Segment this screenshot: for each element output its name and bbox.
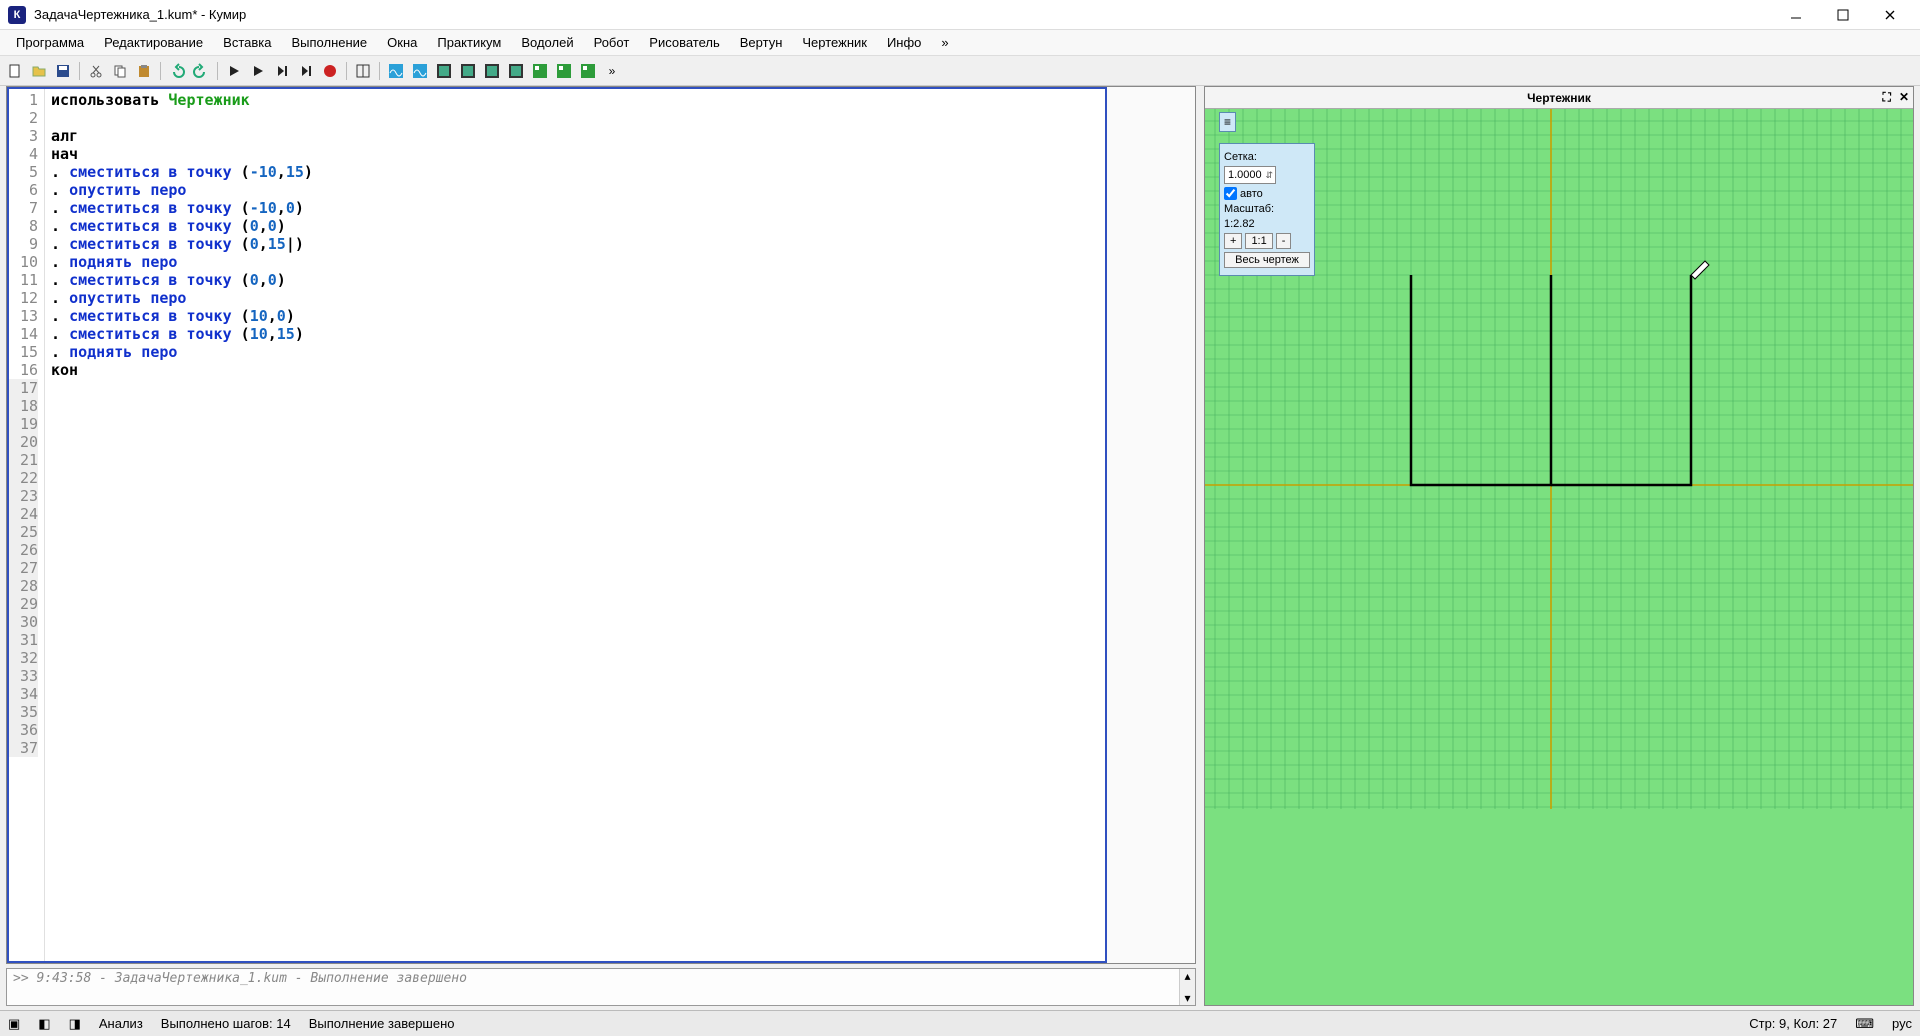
main-area: 1234567891011121314151617181920212223242… (0, 86, 1920, 1010)
tool-run[interactable] (223, 60, 245, 82)
menu-item-11[interactable]: Инфо (877, 31, 931, 54)
tool-panel-a[interactable] (433, 60, 455, 82)
tool-step-over[interactable] (295, 60, 317, 82)
menu-item-3[interactable]: Выполнение (281, 31, 377, 54)
draw-close-button[interactable]: ✕ (1899, 90, 1909, 105)
draw-maximize-button[interactable]: ⛶ (1883, 90, 1891, 105)
toolbar: » (0, 56, 1920, 86)
draw-title: Чертежник (1527, 91, 1591, 105)
menu-item-10[interactable]: Чертежник (792, 31, 877, 54)
statusbar: ▣ ◧ ◨ Анализ Выполнено шагов: 14 Выполне… (0, 1010, 1920, 1036)
menu-item-5[interactable]: Практикум (427, 31, 511, 54)
editor-container: 1234567891011121314151617181920212223242… (6, 86, 1196, 964)
scroll-up-icon[interactable]: ▴ (1184, 969, 1190, 983)
status-steps: Выполнено шагов: 14 (161, 1016, 291, 1031)
grid-label: Сетка: (1224, 151, 1257, 163)
draw-menu-button[interactable]: ≡ (1219, 112, 1236, 132)
window-titlebar: К ЗадачаЧертежника_1.kum* - Кумир (0, 0, 1920, 30)
grid-spinner[interactable]: 1.0000 (1224, 166, 1276, 184)
tool-paste[interactable] (133, 60, 155, 82)
tool-wave2[interactable] (409, 60, 431, 82)
draw-canvas-wrap[interactable]: ≡ Сетка: 1.0000 авто Масштаб: 1:2.82 + 1… (1205, 109, 1913, 1005)
tool-run-blind[interactable] (247, 60, 269, 82)
tool-redo[interactable] (190, 60, 212, 82)
status-cursor: Стр: 9, Кол: 27 (1749, 1016, 1837, 1031)
menu-more[interactable]: » (931, 31, 958, 54)
tool-undo[interactable] (166, 60, 188, 82)
status-icon-3[interactable]: ◨ (69, 1016, 81, 1032)
menu-item-9[interactable]: Вертун (730, 31, 793, 54)
console-output: >> 9:43:58 - ЗадачаЧертежника_1.kum - Вы… (7, 969, 1179, 1005)
auto-checkbox[interactable] (1224, 187, 1237, 200)
scale-label: Масштаб: (1224, 203, 1274, 215)
tool-panel-c[interactable] (481, 60, 503, 82)
tool-copy[interactable] (109, 60, 131, 82)
draw-control-panel: Сетка: 1.0000 авто Масштаб: 1:2.82 + 1:1… (1219, 143, 1315, 276)
toolbar-more[interactable]: » (601, 60, 623, 82)
tool-panel-d[interactable] (505, 60, 527, 82)
window-title: ЗадачаЧертежника_1.kum* - Кумир (34, 7, 1773, 22)
editor-sidebar (1107, 87, 1195, 963)
editor-main[interactable]: 1234567891011121314151617181920212223242… (7, 87, 1107, 963)
menu-item-2[interactable]: Вставка (213, 31, 281, 54)
auto-label: авто (1240, 188, 1263, 200)
zoom-11-button[interactable]: 1:1 (1245, 233, 1272, 249)
menu-item-4[interactable]: Окна (377, 31, 427, 54)
tool-panel-green2[interactable] (553, 60, 575, 82)
code-area[interactable]: использовать Чертежник алгнач. сместитьс… (45, 89, 1105, 961)
full-view-button[interactable]: Весь чертеж (1224, 252, 1310, 268)
menu-item-8[interactable]: Рисователь (639, 31, 729, 54)
status-icon-1[interactable]: ▣ (8, 1016, 20, 1032)
tool-wave1[interactable] (385, 60, 407, 82)
console-scrollbar[interactable]: ▴ ▾ (1179, 969, 1195, 1005)
app-icon: К (8, 6, 26, 24)
status-icon-2[interactable]: ◧ (38, 1016, 50, 1032)
status-analyze: Анализ (99, 1016, 143, 1031)
menu-item-1[interactable]: Редактирование (94, 31, 213, 54)
draw-titlebar: Чертежник ⛶ ✕ (1205, 87, 1913, 109)
tool-grid-panel[interactable] (352, 60, 374, 82)
tool-panel-green1[interactable] (529, 60, 551, 82)
minimize-button[interactable] (1773, 1, 1818, 29)
scroll-down-icon[interactable]: ▾ (1184, 991, 1190, 1005)
tool-open[interactable] (28, 60, 50, 82)
console-panel: >> 9:43:58 - ЗадачаЧертежника_1.kum - Вы… (6, 968, 1196, 1006)
close-button[interactable] (1867, 1, 1912, 29)
tool-new[interactable] (4, 60, 26, 82)
scale-value: 1:2.82 (1224, 218, 1255, 230)
menu-item-0[interactable]: Программа (6, 31, 94, 54)
maximize-button[interactable] (1820, 1, 1865, 29)
keyboard-icon[interactable]: ⌨ (1855, 1016, 1874, 1032)
menu-item-7[interactable]: Робот (584, 31, 640, 54)
tool-stop[interactable] (319, 60, 341, 82)
draw-panel: Чертежник ⛶ ✕ ≡ Сетка: 1.0000 авто Масшт… (1204, 86, 1914, 1006)
tool-panel-b[interactable] (457, 60, 479, 82)
menu-item-6[interactable]: Водолей (511, 31, 583, 54)
tool-cut[interactable] (85, 60, 107, 82)
zoom-in-button[interactable]: + (1224, 233, 1242, 249)
line-gutter: 1234567891011121314151617181920212223242… (9, 89, 45, 961)
tool-panel-green3[interactable] (577, 60, 599, 82)
zoom-out-button[interactable]: - (1276, 233, 1292, 249)
menubar: ПрограммаРедактированиеВставкаВыполнение… (0, 30, 1920, 56)
status-lang[interactable]: рус (1892, 1016, 1912, 1031)
tool-step[interactable] (271, 60, 293, 82)
tool-save[interactable] (52, 60, 74, 82)
status-state: Выполнение завершено (309, 1016, 455, 1031)
editor-panel: 1234567891011121314151617181920212223242… (6, 86, 1196, 1006)
